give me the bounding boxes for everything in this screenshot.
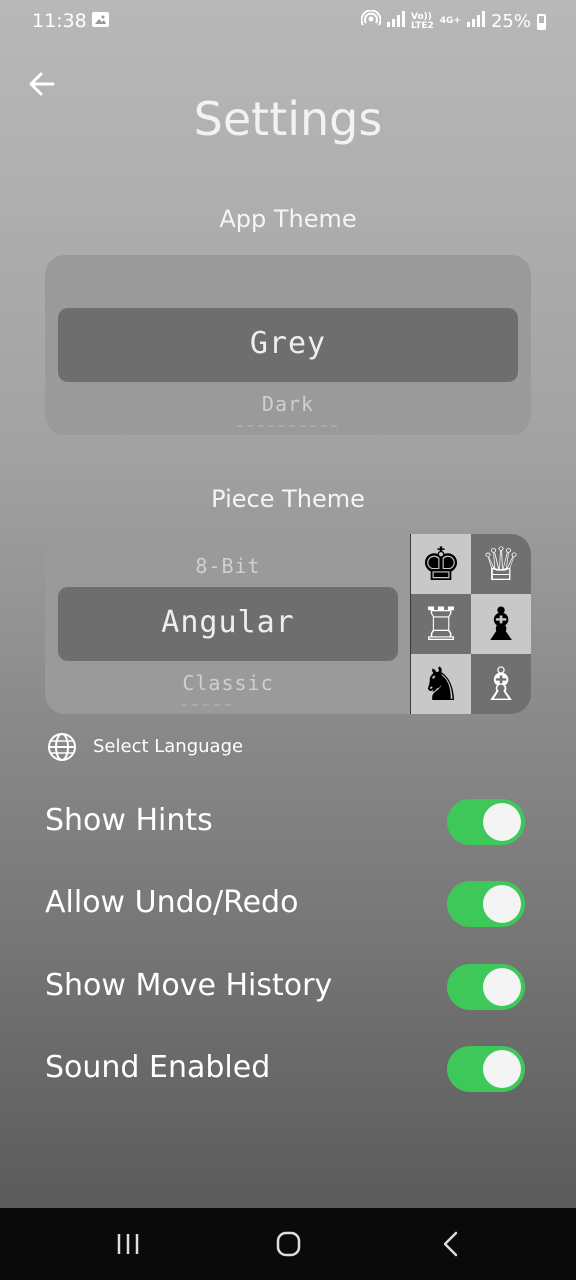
home-button[interactable] bbox=[268, 1226, 308, 1262]
toggle-knob bbox=[483, 1050, 521, 1088]
toggle-knob bbox=[483, 968, 521, 1006]
picker-fade-hint bbox=[181, 704, 231, 708]
back-chevron-icon bbox=[443, 1231, 458, 1257]
allow-undo-redo-label: Allow Undo/Redo bbox=[45, 885, 299, 920]
preview-piece-king: ♚ bbox=[411, 534, 471, 594]
preview-piece-queen: ♕ bbox=[471, 534, 531, 594]
status-bar: 11:38 Vo)) LTE2 4G+ 25% bbox=[0, 0, 576, 44]
piece-theme-title: Piece Theme bbox=[211, 485, 365, 513]
show-move-history-toggle[interactable] bbox=[447, 964, 525, 1010]
signal-icon bbox=[386, 11, 405, 32]
show-move-history-label: Show Move History bbox=[45, 968, 333, 1003]
battery-icon bbox=[537, 13, 546, 30]
system-nav-bar bbox=[0, 1208, 576, 1280]
preview-piece-rook: ♖ bbox=[411, 594, 471, 654]
battery-percent: 25% bbox=[490, 11, 531, 32]
piece-theme-option[interactable]: 8-Bit bbox=[45, 554, 411, 578]
piece-theme-preview: ♚ ♕ ♖ ♝ ♞ ♗ bbox=[410, 534, 531, 714]
piece-theme-option[interactable]: Classic bbox=[45, 671, 411, 695]
picker-fade-hint bbox=[237, 425, 337, 429]
toggle-knob bbox=[483, 885, 521, 923]
recents-button[interactable] bbox=[108, 1226, 148, 1262]
signal-icon-2 bbox=[466, 11, 485, 32]
home-icon bbox=[276, 1231, 301, 1257]
page-title: Settings bbox=[193, 92, 383, 146]
show-hints-toggle[interactable] bbox=[447, 799, 525, 845]
sound-enabled-toggle[interactable] bbox=[447, 1046, 525, 1092]
preview-piece-knight: ♞ bbox=[411, 654, 471, 714]
recents-icon bbox=[117, 1234, 139, 1254]
piece-theme-option-selected[interactable]: Angular bbox=[45, 605, 411, 640]
globe-icon[interactable] bbox=[46, 731, 78, 763]
status-time: 11:38 bbox=[32, 10, 87, 32]
show-hints-label: Show Hints bbox=[45, 803, 213, 838]
toggle-knob bbox=[483, 803, 521, 841]
sound-enabled-label: Sound Enabled bbox=[45, 1050, 271, 1085]
volte-label: Vo)) LTE2 bbox=[410, 11, 434, 31]
hotspot-icon bbox=[360, 9, 382, 33]
status-indicators: Vo)) LTE2 4G+ 25% bbox=[360, 9, 546, 33]
network-4g-label: 4G+ bbox=[439, 16, 461, 26]
app-theme-picker[interactable]: Grey Dark bbox=[45, 255, 531, 435]
select-language-link[interactable]: Select Language bbox=[93, 736, 243, 757]
app-theme-title: App Theme bbox=[219, 205, 357, 233]
system-back-button[interactable] bbox=[430, 1226, 470, 1262]
app-theme-option[interactable]: Dark bbox=[45, 392, 531, 416]
preview-piece-bishop: ♝ bbox=[471, 594, 531, 654]
gallery-icon bbox=[92, 12, 109, 27]
app-theme-option-selected[interactable]: Grey bbox=[45, 326, 531, 361]
preview-piece-bishop-white: ♗ bbox=[471, 654, 531, 714]
allow-undo-redo-toggle[interactable] bbox=[447, 881, 525, 927]
